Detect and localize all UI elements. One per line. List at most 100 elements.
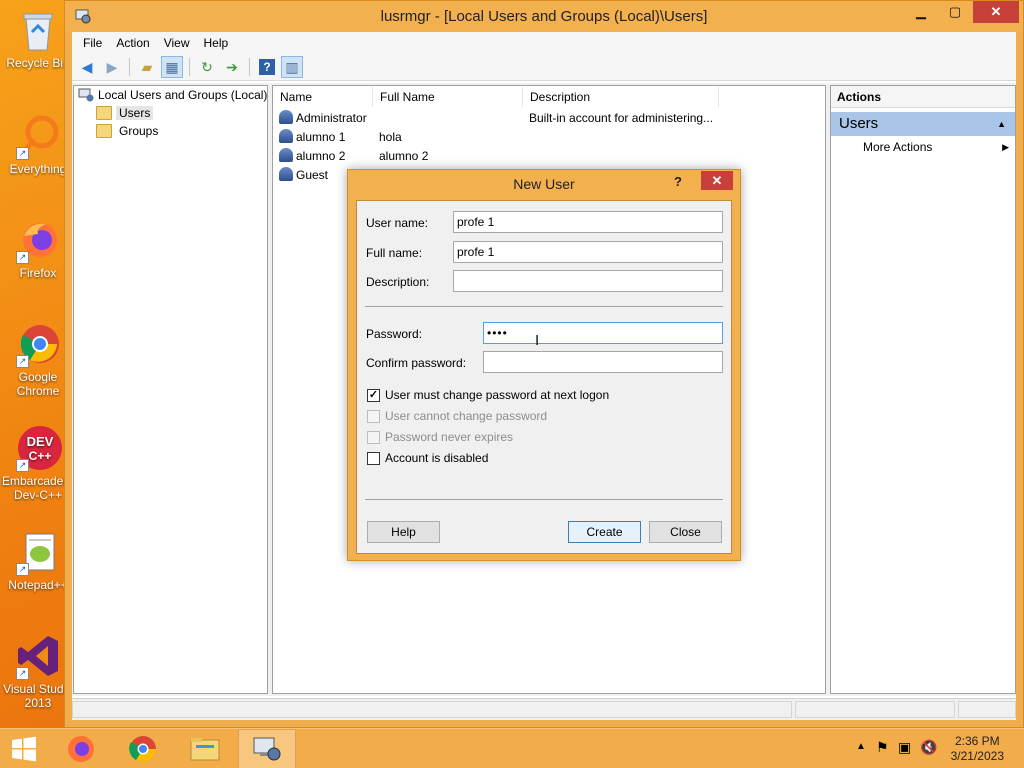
user-icon	[279, 110, 293, 124]
taskbar-lusrmgr[interactable]	[238, 729, 296, 768]
full-name-label: Full name:	[366, 246, 423, 260]
user-description: Built-in account for administering...	[529, 110, 714, 125]
dev-cpp-icon: DEV C++ ↗	[14, 424, 62, 472]
column-header-name[interactable]: Name	[273, 86, 373, 107]
user-name-label: User name:	[366, 216, 429, 230]
text-cursor-icon: I	[535, 332, 540, 349]
actions-header: Actions	[831, 86, 1015, 108]
tree-root-label: Local Users and Groups (Local)	[98, 88, 268, 102]
menu-bar: File Action View Help	[72, 32, 1016, 54]
description-field[interactable]	[453, 270, 723, 292]
taskbar-firefox[interactable]	[52, 729, 110, 768]
user-icon	[279, 148, 293, 162]
volume-muted-icon[interactable]: 🔇	[920, 739, 937, 756]
start-button[interactable]	[0, 729, 48, 768]
password-never-expires-checkbox[interactable]: Password never expires	[367, 429, 513, 445]
maximize-button[interactable]: ▢	[938, 1, 972, 23]
dialog-close-button[interactable]: ✕	[701, 171, 733, 190]
column-header-full-name[interactable]: Full Name	[373, 86, 523, 107]
user-name: alumno 1	[296, 130, 346, 144]
export-list-button[interactable]: ➔	[221, 56, 243, 78]
account-disabled-checkbox[interactable]: Account is disabled	[367, 450, 488, 466]
full-name-field[interactable]: profe 1	[453, 241, 723, 263]
cannot-change-password-checkbox[interactable]: User cannot change password	[367, 408, 547, 424]
show-hide-action-pane-button[interactable]: ▥	[281, 56, 303, 78]
dialog-titlebar[interactable]: New User ? ✕	[348, 170, 740, 198]
taskbar-file-explorer[interactable]	[176, 729, 234, 768]
divider	[365, 306, 723, 307]
dialog-help-icon[interactable]: ?	[674, 174, 682, 189]
list-header: Name Full Name Description	[273, 86, 825, 108]
everything-icon: ↗	[14, 112, 62, 160]
window-titlebar[interactable]: lusrmgr - [Local Users and Groups (Local…	[65, 1, 1023, 32]
computer-management-icon	[253, 737, 281, 761]
tree-item-label: Users	[116, 106, 154, 120]
table-row[interactable]: Administrator Built-in account for admin…	[273, 108, 825, 127]
user-icon	[279, 129, 293, 143]
desktop-icon-label: Everything	[9, 162, 67, 176]
create-button[interactable]: Create	[568, 521, 641, 543]
chrome-icon	[129, 736, 157, 763]
forward-arrow-icon: ▶	[106, 58, 118, 75]
actions-pane: Actions Users ▲ More Actions ▶	[830, 85, 1016, 694]
svg-text:C++: C++	[29, 449, 52, 463]
table-row[interactable]: alumno 2 alumno 2	[273, 146, 825, 165]
status-bar	[72, 698, 1016, 720]
help-button[interactable]: Help	[367, 521, 440, 543]
shortcut-arrow-icon: ↗	[16, 667, 29, 680]
windows-logo-icon	[12, 736, 36, 762]
shortcut-arrow-icon: ↗	[16, 355, 29, 368]
table-row[interactable]: alumno 1 hola	[273, 127, 825, 146]
clock[interactable]: 2:36 PM 3/21/2023	[951, 734, 1004, 764]
desktop-icon-label: Firefox	[19, 266, 57, 280]
show-hide-tree-button[interactable]: ▦	[161, 56, 183, 78]
toolbar-separator	[249, 58, 250, 76]
taskbar: ▲ ⚑ ▣ 🔇 2:36 PM 3/21/2023	[0, 728, 1024, 768]
tree-item-groups[interactable]: Groups	[74, 122, 267, 140]
description-label: Description:	[366, 275, 430, 289]
checkmark-icon: ✓	[367, 388, 380, 402]
column-header-description[interactable]: Description	[523, 86, 719, 107]
back-button[interactable]: ◀	[76, 56, 98, 78]
refresh-button[interactable]: ↻	[196, 56, 218, 78]
actions-section-users[interactable]: Users ▲	[831, 112, 1015, 136]
window-close-button[interactable]: ✕	[973, 1, 1019, 23]
close-button[interactable]: Close	[649, 521, 722, 543]
menu-action[interactable]: Action	[109, 34, 156, 52]
dialog-body: User name: profe 1 Full name: profe 1 De…	[356, 200, 732, 554]
up-one-level-button[interactable]: ▰	[136, 56, 158, 78]
forward-button[interactable]: ▶	[101, 56, 123, 78]
network-icon[interactable]: ▣	[898, 739, 911, 756]
toolbar: ◀ ▶ ▰ ▦ ↻ ➔ ? ▥	[72, 54, 1016, 81]
help-icon: ?	[259, 59, 275, 75]
more-actions-item[interactable]: More Actions ▶	[831, 136, 1015, 158]
confirm-password-label: Confirm password:	[366, 356, 467, 370]
user-name-field[interactable]: profe 1	[453, 211, 723, 233]
menu-help[interactable]: Help	[197, 34, 236, 52]
console-tree: Local Users and Groups (Local) Users Gro…	[73, 85, 268, 694]
action-center-flag-icon[interactable]: ⚑	[876, 739, 889, 756]
checkbox-label: Password never expires	[385, 430, 514, 444]
user-name: Administrator	[296, 111, 367, 125]
more-actions-label: More Actions	[863, 140, 933, 154]
menu-file[interactable]: File	[76, 34, 109, 52]
new-user-dialog: New User ? ✕ User name: profe 1 Full nam…	[347, 169, 741, 561]
tree-item-users[interactable]: Users	[74, 104, 267, 122]
taskbar-chrome[interactable]	[114, 729, 172, 768]
show-hidden-icons-icon[interactable]: ▲	[856, 741, 866, 752]
menu-view[interactable]: View	[157, 34, 197, 52]
window-title: lusrmgr - [Local Users and Groups (Local…	[380, 8, 708, 25]
checkbox-box	[367, 430, 380, 444]
folder-icon	[96, 124, 112, 138]
computer-users-icon	[78, 88, 94, 102]
tree-root[interactable]: Local Users and Groups (Local)	[74, 86, 267, 104]
checkbox-label: User cannot change password	[385, 409, 548, 423]
minimize-button[interactable]: ▁	[904, 1, 938, 23]
password-field[interactable]: ••••	[483, 322, 723, 344]
file-explorer-icon	[190, 738, 220, 761]
actions-section-label: Users	[839, 115, 879, 132]
help-toolbar-button[interactable]: ?	[256, 56, 278, 78]
folder-icon	[96, 106, 112, 120]
confirm-password-field[interactable]	[483, 351, 723, 373]
must-change-password-checkbox[interactable]: ✓ User must change password at next logo…	[367, 387, 609, 403]
